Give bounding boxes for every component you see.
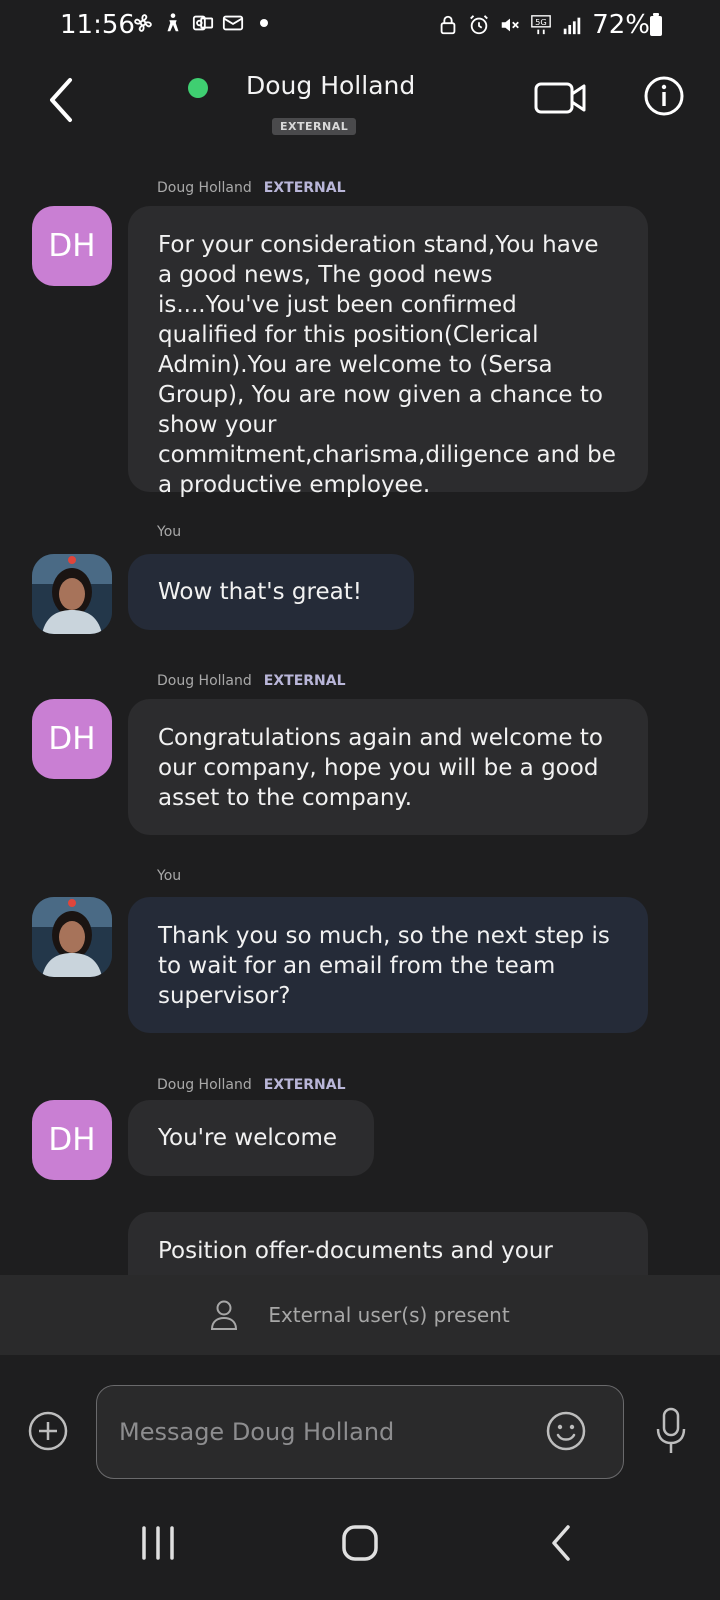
message-group: Position offer-documents and your	[0, 0, 720, 1275]
message-bubble[interactable]: Position offer-documents and your	[128, 1212, 648, 1275]
external-users-text: External user(s) present	[268, 1303, 510, 1327]
home-icon[interactable]	[340, 1523, 380, 1563]
person-icon	[211, 1300, 238, 1330]
recent-apps-icon[interactable]	[138, 1525, 178, 1561]
message-input[interactable]	[119, 1414, 519, 1450]
system-nav-bar	[0, 1485, 720, 1600]
emoji-icon[interactable]	[545, 1410, 587, 1452]
message-composer	[0, 1355, 720, 1485]
message-input-box[interactable]	[96, 1385, 624, 1479]
external-users-notice: External user(s) present	[0, 1275, 720, 1355]
nav-back-icon[interactable]	[546, 1523, 576, 1563]
add-icon[interactable]	[28, 1411, 68, 1451]
microphone-icon[interactable]	[654, 1407, 688, 1455]
